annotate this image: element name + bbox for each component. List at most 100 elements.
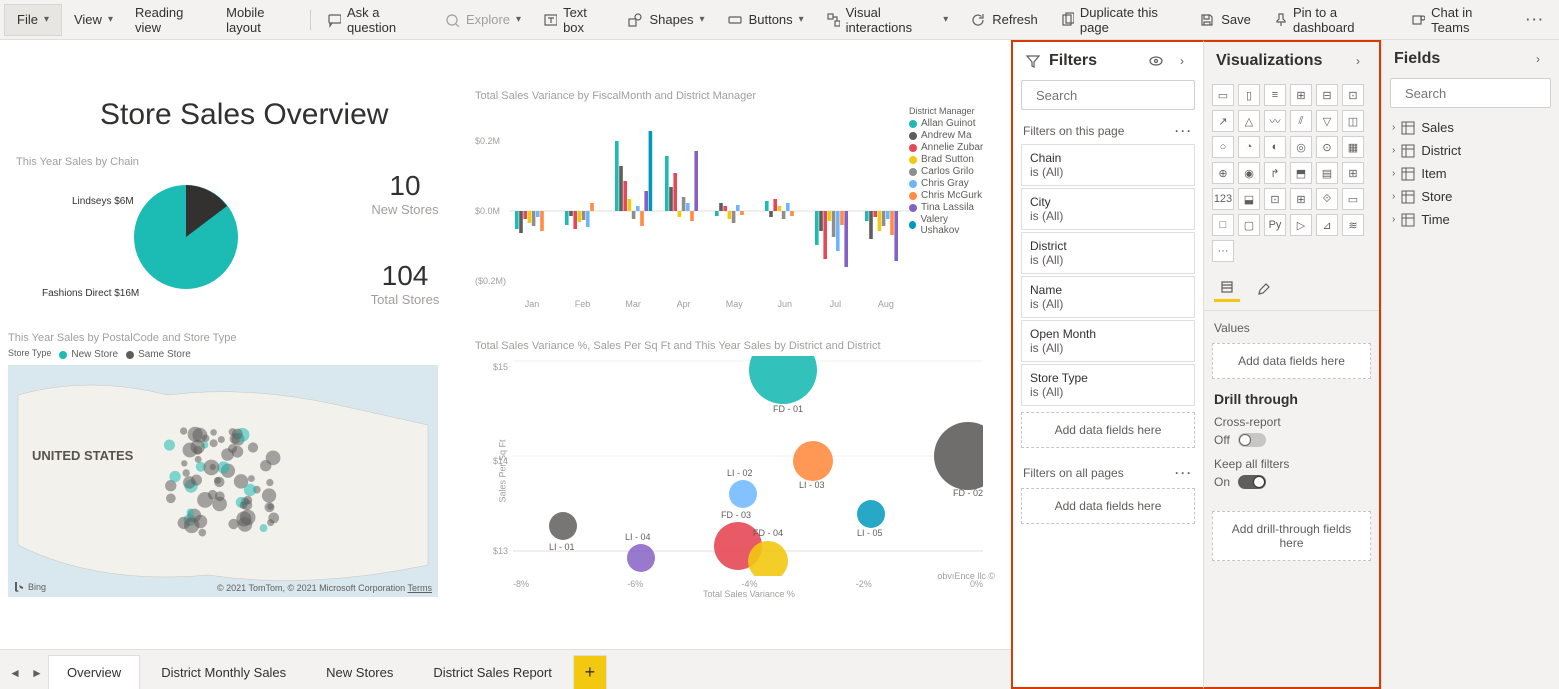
filter-card[interactable]: Open Monthis (All) [1021, 320, 1195, 362]
more-options-button[interactable]: ··· [1516, 4, 1555, 36]
tab-next-button[interactable]: ► [26, 657, 48, 689]
collapse-panel-button[interactable]: › [1529, 50, 1547, 68]
viz-type-item[interactable]: ⊡ [1264, 188, 1286, 210]
viz-type-item[interactable]: 123 [1212, 188, 1234, 210]
page-tab[interactable]: Overview [48, 655, 140, 689]
page-tab[interactable]: New Stores [307, 655, 412, 689]
viz-type-item[interactable]: ⊿ [1316, 214, 1338, 236]
viz-type-item[interactable]: ⊞ [1290, 188, 1312, 210]
filters-search[interactable] [1021, 80, 1195, 110]
cross-report-toggle[interactable] [1238, 433, 1266, 447]
tab-prev-button[interactable]: ◄ [4, 657, 26, 689]
values-dropzone[interactable]: Add data fields here [1212, 343, 1371, 379]
field-table[interactable]: ›Sales [1390, 116, 1551, 139]
viz-type-item[interactable]: ▢ [1238, 214, 1260, 236]
map-body[interactable]: UNITED STATES Bing © 2021 TomTom, © 2021… [8, 365, 438, 597]
filter-card[interactable]: Chainis (All) [1021, 144, 1195, 186]
shapes-button[interactable]: Shapes▾ [617, 4, 714, 36]
teams-button[interactable]: Chat in Teams [1401, 4, 1514, 36]
pie-chart[interactable]: This Year Sales by Chain Lindseys $6M Fa… [16, 156, 316, 322]
fields-search[interactable] [1390, 78, 1551, 108]
fields-tab[interactable] [1214, 274, 1240, 302]
card-new-stores[interactable]: 10 New Stores [360, 170, 450, 217]
viz-type-item[interactable]: ≡ [1264, 84, 1286, 106]
eye-icon[interactable] [1147, 52, 1165, 70]
viz-type-item[interactable]: ↱ [1264, 162, 1286, 184]
viz-type-item[interactable]: ▽ [1316, 110, 1338, 132]
report-canvas[interactable]: Store Sales Overview This Year Sales by … [0, 40, 1011, 689]
add-page-button[interactable]: + [573, 655, 607, 689]
filters-search-input[interactable] [1036, 88, 1212, 103]
scatter-chart[interactable]: Total Sales Variance %, Sales Per Sq Ft … [475, 340, 985, 606]
field-table[interactable]: ›District [1390, 139, 1551, 162]
viz-type-item[interactable]: ◉ [1238, 162, 1260, 184]
viz-type-item[interactable]: ◎ [1290, 136, 1312, 158]
viz-type-item[interactable]: ⊟ [1316, 84, 1338, 106]
terms-link[interactable]: Terms [408, 583, 433, 593]
format-tab[interactable] [1250, 274, 1276, 302]
viz-type-item[interactable]: ⟐ [1316, 188, 1338, 210]
viz-type-item[interactable]: ▭ [1342, 188, 1364, 210]
pin-button[interactable]: Pin to a dashboard [1263, 4, 1399, 36]
viz-type-item[interactable]: ▤ [1316, 162, 1338, 184]
ask-question-button[interactable]: Ask a question [317, 4, 432, 36]
add-all-filter-dropzone[interactable]: Add data fields here [1021, 488, 1195, 524]
duplicate-page-button[interactable]: Duplicate this page [1050, 4, 1187, 36]
filter-card[interactable]: Districtis (All) [1021, 232, 1195, 274]
refresh-button[interactable]: Refresh [960, 4, 1048, 36]
filters-title: Filters [1049, 52, 1139, 70]
viz-type-item[interactable]: □ [1212, 214, 1234, 236]
viz-type-item[interactable]: ▯ [1238, 84, 1260, 106]
viz-type-item[interactable]: ⊞ [1290, 84, 1312, 106]
file-menu[interactable]: File▾ [4, 4, 62, 36]
field-table[interactable]: ›Store [1390, 185, 1551, 208]
viz-type-item[interactable]: ⬓ [1238, 188, 1260, 210]
viz-type-item[interactable]: ⬒ [1290, 162, 1312, 184]
page-tab[interactable]: District Sales Report [414, 655, 570, 689]
viz-type-item[interactable]: ⊡ [1342, 84, 1364, 106]
collapse-panel-button[interactable]: › [1349, 52, 1367, 70]
visual-interactions-button[interactable]: Visual interactions▾ [816, 4, 959, 36]
viz-type-item[interactable]: ▭ [1212, 84, 1234, 106]
viz-type-item[interactable]: ≋ [1342, 214, 1364, 236]
keep-filters-toggle[interactable] [1238, 475, 1266, 489]
card-total-stores[interactable]: 104 Total Stores [360, 260, 450, 307]
viz-type-item[interactable]: ▦ [1342, 136, 1364, 158]
viz-type-item[interactable]: ⊙ [1316, 136, 1338, 158]
page-tab[interactable]: District Monthly Sales [142, 655, 305, 689]
filter-card[interactable]: Store Typeis (All) [1021, 364, 1195, 406]
viz-type-item[interactable]: ◫ [1342, 110, 1364, 132]
view-menu[interactable]: View▾ [64, 4, 123, 36]
filters-all-more[interactable]: ··· [1175, 466, 1193, 480]
save-button[interactable]: Save [1189, 4, 1261, 36]
filter-card[interactable]: Nameis (All) [1021, 276, 1195, 318]
viz-type-item[interactable]: ⫽ [1290, 110, 1312, 132]
viz-type-item[interactable]: ◐ [1264, 136, 1286, 158]
map-visual[interactable]: This Year Sales by PostalCode and Store … [8, 332, 448, 597]
collapse-panel-button[interactable]: › [1173, 52, 1191, 70]
viz-type-item[interactable]: ⊞ [1342, 162, 1364, 184]
viz-type-item[interactable]: 〰 [1264, 110, 1286, 132]
textbox-button[interactable]: Text box [533, 4, 615, 36]
fields-search-input[interactable] [1405, 86, 1559, 101]
mobile-layout-button[interactable]: Mobile layout [216, 4, 304, 36]
viz-type-item[interactable]: ◔ [1238, 136, 1260, 158]
field-table[interactable]: ›Time [1390, 208, 1551, 231]
viz-type-item[interactable]: ↗ [1212, 110, 1234, 132]
svg-text:LI - 03: LI - 03 [799, 480, 825, 490]
filters-page-more[interactable]: ··· [1175, 124, 1193, 138]
field-table[interactable]: ›Item [1390, 162, 1551, 185]
viz-type-item[interactable]: ▷ [1290, 214, 1312, 236]
reading-view-button[interactable]: Reading view [125, 4, 214, 36]
viz-type-item[interactable]: △ [1238, 110, 1260, 132]
filter-card[interactable]: Cityis (All) [1021, 188, 1195, 230]
viz-type-item[interactable]: Py [1264, 214, 1286, 236]
drill-dropzone[interactable]: Add drill-through fields here [1212, 511, 1371, 561]
bar-chart[interactable]: Total Sales Variance by FiscalMonth and … [475, 90, 985, 306]
viz-type-item[interactable]: ⊕ [1212, 162, 1234, 184]
viz-type-item[interactable]: ··· [1212, 240, 1234, 262]
add-page-filter-dropzone[interactable]: Add data fields here [1021, 412, 1195, 448]
viz-type-item[interactable]: ○ [1212, 136, 1234, 158]
buttons-button[interactable]: Buttons▾ [717, 4, 814, 36]
explore-button[interactable]: Explore▾ [434, 4, 531, 36]
